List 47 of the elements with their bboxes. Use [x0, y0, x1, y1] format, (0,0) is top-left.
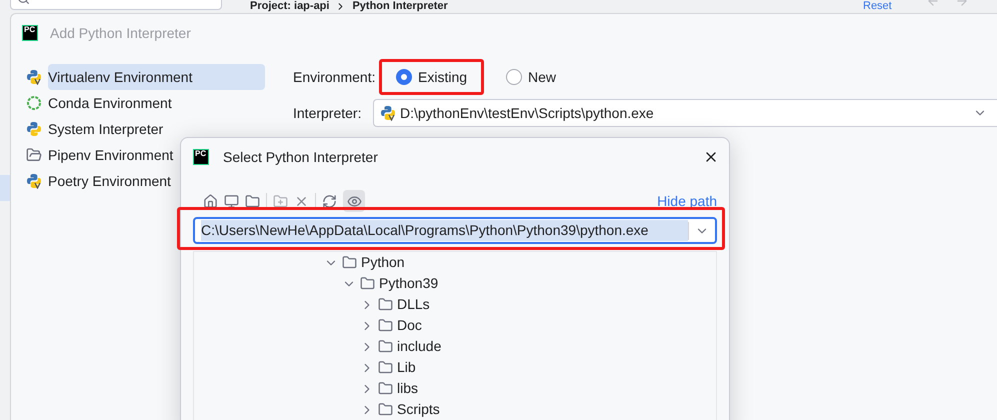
tree-item[interactable]: DLLs: [397, 294, 430, 315]
new-folder-icon[interactable]: [273, 194, 288, 208]
app-logo: PC: [22, 25, 38, 41]
python-venv-icon: [26, 173, 42, 189]
monitor-icon[interactable]: [224, 194, 239, 208]
folder-icon: [378, 360, 393, 375]
dialog-title: Select Python Interpreter: [223, 148, 379, 167]
sidebar-item[interactable]: Pipenv Environment: [48, 142, 182, 168]
tree-item[interactable]: Doc: [397, 315, 422, 336]
sidebar-item[interactable]: Poetry Environment: [48, 168, 179, 194]
radio-option[interactable]: Existing: [379, 59, 484, 95]
dialog-title: Add Python Interpreter: [50, 24, 191, 43]
field-label: Environment:: [293, 68, 376, 86]
radio-option[interactable]: New: [492, 59, 570, 95]
folder-icon: [26, 147, 42, 163]
field-label: Interpreter:: [293, 104, 362, 123]
folder-icon: [342, 255, 357, 270]
sidebar-item[interactable]: Conda Environment: [48, 90, 180, 116]
tree-item[interactable]: Python39: [379, 273, 438, 294]
folder-icon: [378, 297, 393, 312]
home-icon[interactable]: [203, 194, 218, 208]
folder-icon: [378, 339, 393, 354]
ring-icon: [26, 95, 42, 111]
python-icon: [26, 121, 42, 137]
breadcrumb-item: Python Interpreter: [352, 0, 448, 12]
path-field[interactable]: C:\Users\NewHe\AppData\Local\Programs\Python\Python39\python.exe: [193, 217, 717, 244]
tree-item[interactable]: Python: [361, 252, 405, 273]
selection-strip: [0, 175, 10, 201]
interpreter-dropdown[interactable]: D:\pythonEnv\testEnv\Scripts\python.exe: [373, 99, 997, 127]
tree-item[interactable]: Lib: [397, 357, 416, 378]
eye-icon: [346, 194, 362, 208]
python-venv-icon: [26, 69, 42, 85]
sidebar-item[interactable]: Virtualenv Environment: [48, 64, 265, 90]
python-venv-icon: [380, 105, 396, 121]
tree-item[interactable]: include: [397, 336, 442, 357]
tree-item[interactable]: Scripts: [397, 399, 440, 420]
app-logo: PC: [193, 149, 209, 165]
folder-icon: [378, 402, 393, 417]
reset-link[interactable]: Reset: [863, 0, 892, 12]
folder-icon: [378, 318, 393, 333]
sidebar-item[interactable]: System Interpreter: [48, 116, 172, 142]
folder-icon: [360, 276, 375, 291]
refresh-icon[interactable]: [322, 194, 337, 208]
folder-icon[interactable]: [245, 194, 260, 208]
breadcrumb-item: Project: iap-api: [250, 0, 330, 12]
tree-item[interactable]: libs: [397, 378, 418, 399]
folder-icon: [378, 381, 393, 396]
